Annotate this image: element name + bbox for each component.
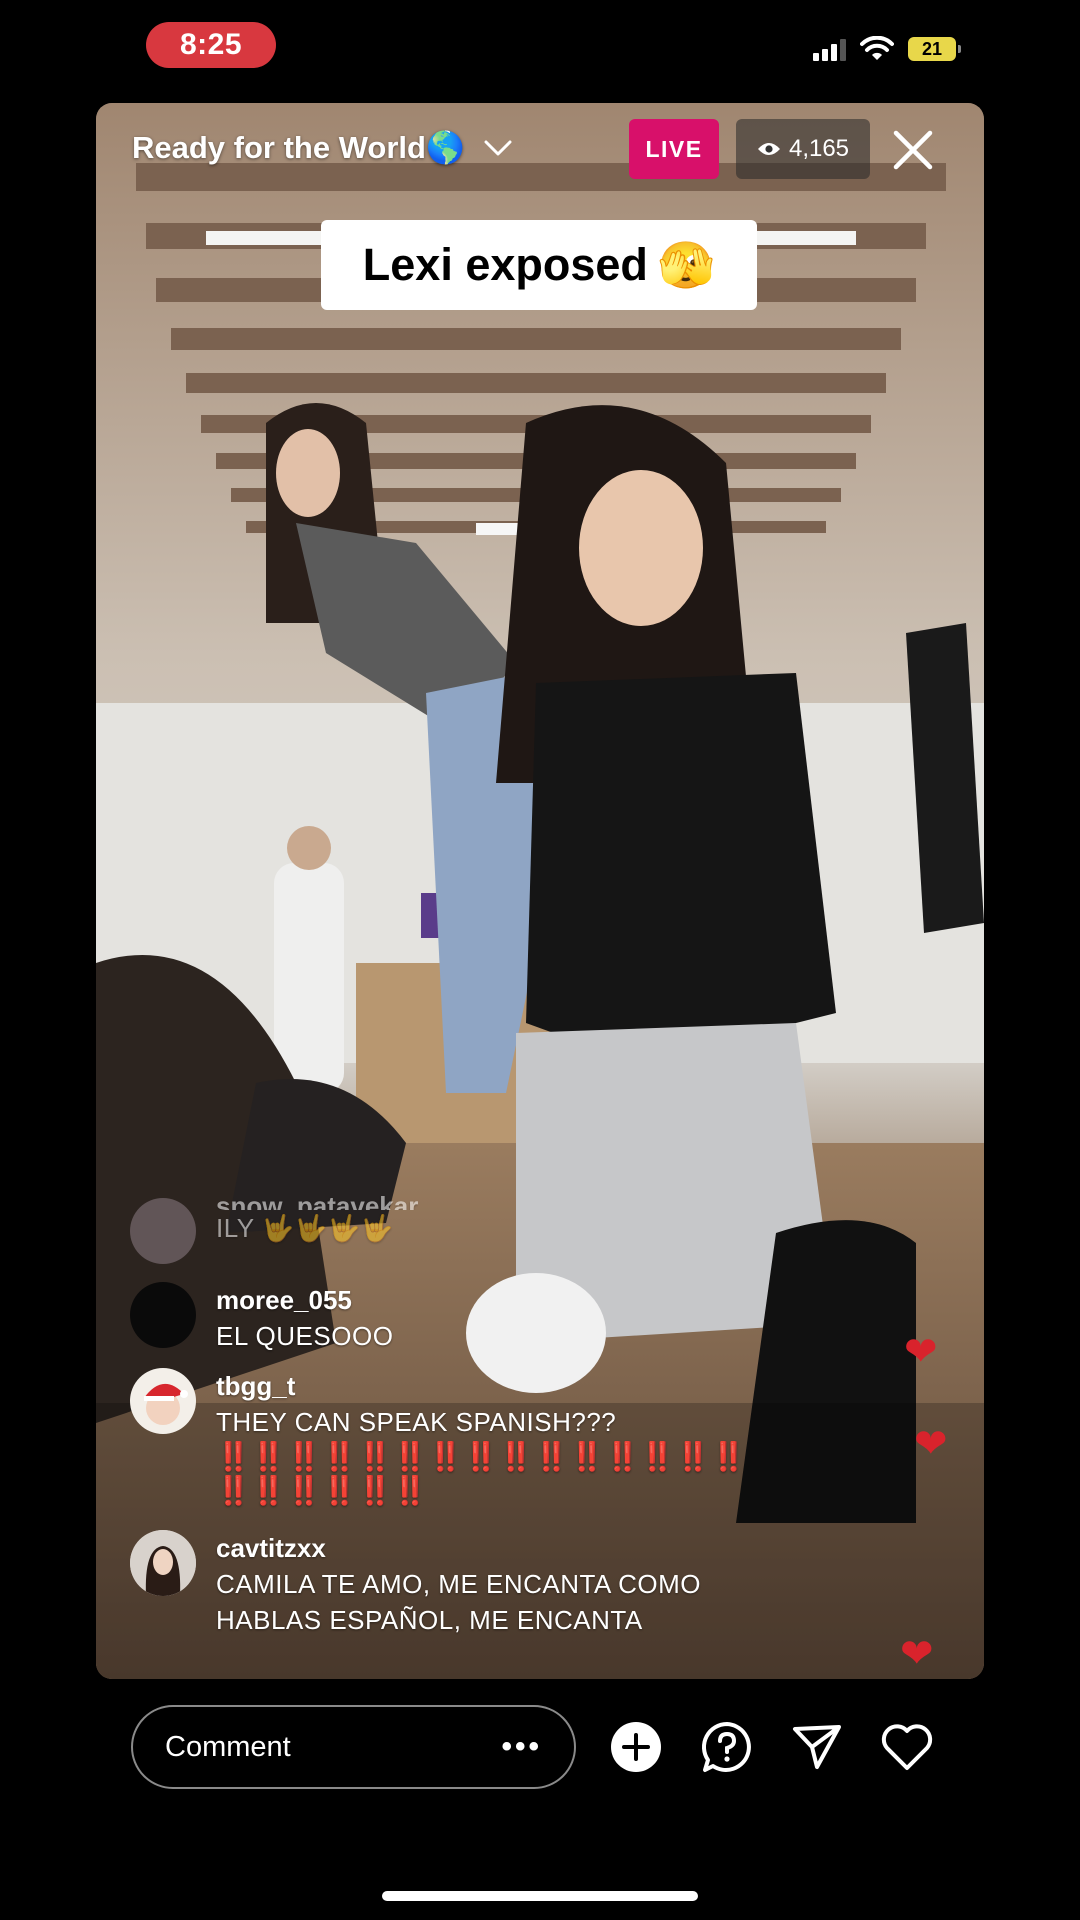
question-bubble-icon[interactable] (699, 1719, 755, 1775)
comment-text: THEY CAN SPEAK SPANISH??? (216, 1407, 617, 1437)
avatar-image (130, 1530, 196, 1596)
comment-username[interactable]: moree_055 (216, 1282, 393, 1318)
comment-item[interactable]: snow_patavekar ILY 🤟🤟🤟🤟 (130, 1191, 890, 1264)
send-icon[interactable] (789, 1719, 845, 1775)
comment-username[interactable]: tbgg_t (216, 1368, 746, 1404)
avatar[interactable] (130, 1368, 196, 1434)
floating-heart-icon: ❤ (904, 1330, 938, 1374)
battery-level: 21 (921, 38, 943, 59)
comment-text-line: ‼️‼️‼️‼️‼️‼️‼️‼️‼️‼️‼️‼️‼️‼️‼️ (216, 1441, 747, 1472)
status-time: 8:25 (146, 22, 276, 68)
status-indicators: 21 (813, 36, 961, 62)
heart-icon[interactable] (879, 1719, 935, 1775)
viewer-count-value: 4,165 (788, 135, 850, 162)
live-stream-video[interactable]: Ready for the World🌎 LIVE 4,165 Lexi exp… (96, 103, 984, 1679)
home-indicator[interactable] (382, 1891, 698, 1901)
chevron-down-icon[interactable] (483, 138, 513, 158)
comment-input[interactable]: Comment ••• (131, 1705, 576, 1789)
comment-item[interactable]: moree_055 EL QUESOOO (130, 1282, 890, 1354)
comment-text-line: HABLAS ESPAÑOL, ME ENCANTA (216, 1605, 643, 1635)
wifi-icon (860, 36, 894, 60)
more-options-button[interactable]: ••• (501, 1730, 542, 1764)
avatar[interactable] (130, 1282, 196, 1348)
caption-emoji: 🫣 (657, 238, 716, 291)
comment-text: EL QUESOOO (216, 1321, 394, 1351)
avatar-image (144, 1383, 188, 1425)
plus-circle-icon[interactable] (608, 1719, 664, 1775)
comment-item[interactable]: cavtitzxx CAMILA TE AMO, ME ENCANTA COMO… (130, 1530, 890, 1638)
caption-text: Lexi exposed (362, 239, 648, 290)
battery-icon: 21 (908, 37, 961, 61)
comment-item[interactable]: tbgg_t THEY CAN SPEAK SPANISH??? ‼️‼️‼️‼… (130, 1368, 890, 1508)
comment-text: ILY 🤟🤟🤟🤟 (216, 1213, 394, 1243)
comment-username[interactable]: snow_patavekar (216, 1188, 418, 1210)
avatar[interactable] (130, 1530, 196, 1596)
comment-list[interactable]: snow_patavekar ILY 🤟🤟🤟🤟 moree_055 EL QUE… (130, 1191, 890, 1652)
eye-icon (757, 143, 780, 155)
stream-caption: Lexi exposed 🫣 (321, 220, 757, 310)
comment-text: CAMILA TE AMO, ME ENCANTA COMO (216, 1569, 702, 1599)
floating-heart-icon: ❤ (914, 1422, 948, 1466)
stream-title-row[interactable]: Ready for the World🌎 (132, 129, 513, 166)
comment-username[interactable]: cavtitzxx (216, 1530, 701, 1566)
viewer-count[interactable]: 4,165 (736, 119, 870, 179)
live-badge: LIVE (629, 119, 719, 179)
comment-placeholder: Comment (165, 1730, 291, 1763)
stream-title[interactable]: Ready for the World🌎 (132, 129, 465, 166)
close-icon[interactable] (888, 125, 938, 175)
comment-text-line: ‼️‼️‼️‼️‼️‼️ (216, 1475, 429, 1506)
signal-icon (813, 37, 846, 61)
floating-heart-icon: ❤ (900, 1632, 934, 1676)
avatar[interactable] (130, 1198, 196, 1264)
